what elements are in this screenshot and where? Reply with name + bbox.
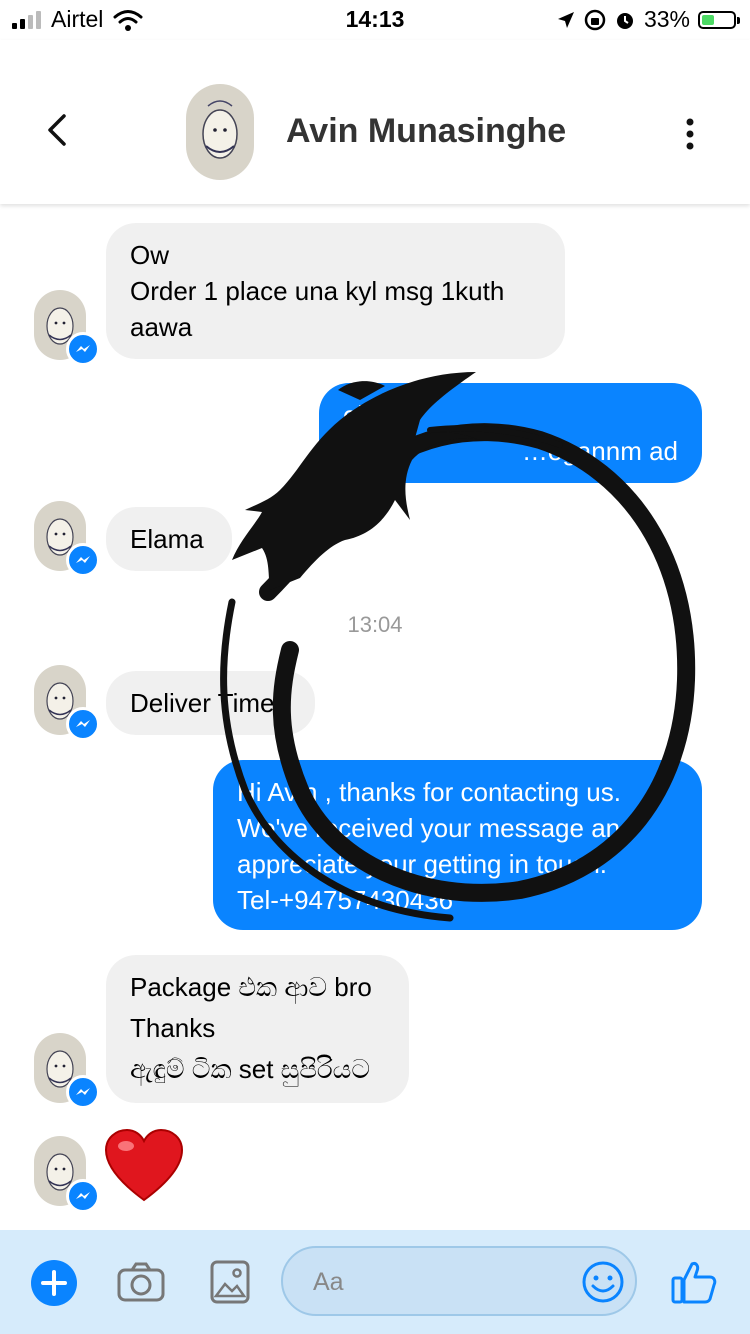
battery-percent: 33% <box>643 6 690 32</box>
message-line: ඇඳුම් ටික set සුපිරියට <box>130 1054 371 1084</box>
messenger-badge-icon <box>66 1179 100 1213</box>
plus-icon[interactable] <box>30 1259 78 1307</box>
status-bar: Airtel 14:13 33% <box>0 0 750 40</box>
message-input[interactable]: Aa <box>281 1246 637 1316</box>
message-timestamp: 13:04 <box>347 612 403 637</box>
orientation-lock-icon <box>584 9 606 30</box>
message-bubble-outgoing[interactable]: Hi Avin , thanks for contacting us. We'v… <box>213 760 702 930</box>
back-chevron-icon[interactable] <box>40 110 74 150</box>
messenger-badge-icon <box>66 1075 100 1109</box>
message-line: Thanks <box>130 1013 216 1043</box>
heart-emoji-message[interactable] <box>104 1128 184 1204</box>
messenger-badge-icon <box>66 707 100 741</box>
message-bubble-incoming[interactable]: Deliver Time <box>106 671 315 735</box>
message-input-placeholder: Aa <box>313 1268 344 1296</box>
message-line: Elama <box>130 524 204 554</box>
message-line: Ow <box>130 240 169 270</box>
message-line: aawa <box>130 312 193 342</box>
message-line: appreciate your getting in touch. <box>237 849 608 879</box>
message-line: Tel-+94757430436 <box>237 885 454 915</box>
messenger-badge-icon <box>66 543 100 577</box>
message-list[interactable]: Ow Order 1 place una kyl msg 1kuth aawa … <box>0 204 750 1230</box>
battery-icon <box>698 10 740 29</box>
camera-icon[interactable] <box>116 1260 166 1304</box>
message-bubble-incoming[interactable]: Elama <box>106 507 232 571</box>
message-line: Deliver Time <box>130 688 275 718</box>
thumbs-up-icon[interactable] <box>670 1258 718 1306</box>
message-line: …egannm ad <box>521 436 678 466</box>
alarm-icon <box>616 12 633 29</box>
message-line: ok bro <box>343 400 416 430</box>
contact-avatar[interactable] <box>186 84 254 180</box>
composer-bar: Aa <box>0 1230 750 1334</box>
message-bubble-incoming[interactable]: Package එක ආව bro Thanks ඇඳුම් ටික set ස… <box>106 955 409 1103</box>
message-bubble-incoming[interactable]: Ow Order 1 place una kyl msg 1kuth aawa <box>106 223 565 359</box>
conversation-header: Avin Munasinghe <box>0 40 750 204</box>
more-vertical-icon[interactable] <box>672 114 708 154</box>
image-icon[interactable] <box>210 1260 250 1304</box>
message-bubble-outgoing[interactable]: ok bro …egannm ad <box>319 383 702 483</box>
message-line: We've received your message and <box>237 813 635 843</box>
location-icon <box>557 11 574 28</box>
contact-name[interactable]: Avin Munasinghe <box>286 112 566 151</box>
messenger-badge-icon <box>66 332 100 366</box>
emoji-icon[interactable] <box>581 1260 625 1304</box>
message-line: Order 1 place una kyl msg 1kuth <box>130 276 505 306</box>
message-line: Package එක ආව bro <box>130 972 372 1002</box>
message-line: Hi Avin , thanks for contacting us. <box>237 777 621 807</box>
